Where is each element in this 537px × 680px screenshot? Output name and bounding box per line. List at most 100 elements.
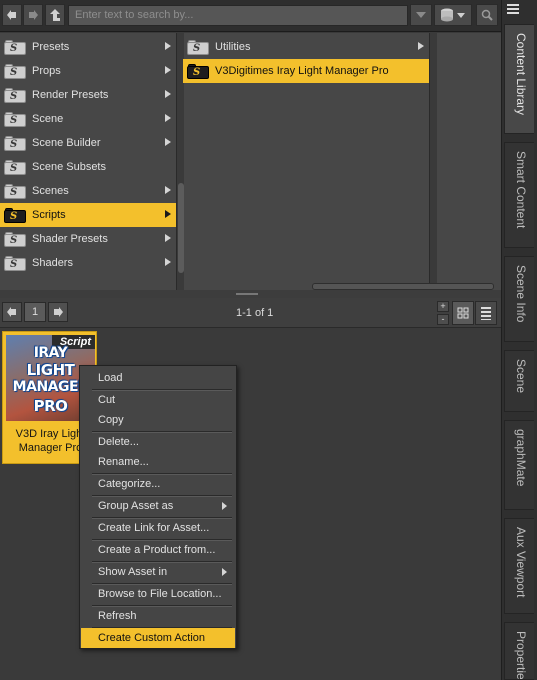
category-item-presets[interactable]: S Presets (0, 35, 176, 59)
folder-icon: S (4, 255, 26, 271)
menu-item-cut[interactable]: Cut (81, 390, 235, 410)
category-item-scene[interactable]: S Scene (0, 107, 176, 131)
category-item-shader-presets[interactable]: S Shader Presets (0, 227, 176, 251)
menu-item-rename[interactable]: Rename... (81, 452, 235, 472)
chevron-right-icon (165, 210, 171, 218)
page-count: 1-1 of 1 (236, 307, 274, 319)
search-input[interactable] (75, 9, 401, 21)
menu-item-delete[interactable]: Delete... (81, 432, 235, 452)
pager-bar: 1 1-1 of 1 + - (0, 298, 501, 328)
tab-scene-info[interactable]: Scene Info (504, 256, 534, 342)
tab-label: Aux Viewport (514, 527, 528, 598)
chevron-down-icon (416, 12, 426, 18)
tab-label: Scene Info (514, 265, 528, 323)
grid-view-icon (457, 307, 469, 319)
folder-icon: S (4, 111, 26, 127)
tab-label: Smart Content (514, 151, 528, 229)
folder-icon: S (4, 39, 26, 55)
chevron-right-icon (165, 138, 171, 146)
search-field[interactable] (68, 5, 408, 26)
subcategory-list: S Utilities S V3Digitimes Iray Light Manag… (183, 35, 429, 83)
database-menu-button[interactable] (434, 4, 472, 26)
folder-icon: S (4, 135, 26, 151)
menu-item-show-asset-in[interactable]: Show Asset in (81, 562, 235, 582)
chevron-right-icon (165, 234, 171, 242)
back-button[interactable] (2, 4, 22, 26)
category-label: Props (32, 65, 61, 77)
next-page-button[interactable] (48, 302, 68, 322)
page-number[interactable]: 1 (24, 302, 46, 322)
subcategory-label: Utilities (215, 41, 251, 53)
folder-icon: S (4, 159, 26, 175)
tab-scene[interactable]: Scene (504, 350, 534, 412)
category-pane: S Presets S Props S Render Presets S Scene S… (0, 33, 501, 290)
category-item-scenes[interactable]: S Scenes (0, 179, 176, 203)
category-item-scene-builder[interactable]: S Scene Builder (0, 131, 176, 155)
menu-item-refresh[interactable]: Refresh (81, 606, 235, 626)
category-item-scene-subsets[interactable]: S Scene Subsets (0, 155, 176, 179)
tab-graphmate[interactable]: graphMate (504, 420, 534, 510)
folder-icon: S (4, 63, 26, 79)
arrow-up-icon (50, 9, 60, 21)
zoom-out-button[interactable]: - (437, 314, 449, 325)
tab-label: Scene (514, 359, 528, 394)
category-label: Scenes (32, 185, 69, 197)
database-icon (441, 8, 465, 22)
folder-icon: S (187, 39, 209, 55)
menu-item-categorize[interactable]: Categorize... (81, 474, 235, 494)
subcategory-item-utilities[interactable]: S Utilities (183, 35, 429, 59)
folder-icon: S (4, 87, 26, 103)
tab-content-library[interactable]: Content Library (504, 24, 534, 134)
tab-properties[interactable]: Properties (504, 622, 534, 680)
context-menu: Load Cut Copy Delete... Rename... Catego… (79, 365, 237, 649)
menu-item-group-asset-as[interactable]: Group Asset as (81, 496, 235, 516)
search-button[interactable] (476, 4, 498, 26)
asset-view: Script IRAY LIGHT MANAGER PRO V3D Iray L… (0, 329, 501, 680)
pane-splitter[interactable] (0, 290, 501, 298)
category-label: Shader Presets (32, 233, 108, 245)
folder-icon: S (4, 207, 26, 223)
tab-label: graphMate (514, 429, 528, 487)
toolbar (0, 0, 501, 32)
search-filter-dropdown[interactable] (410, 4, 432, 26)
category-item-props[interactable]: S Props (0, 59, 176, 83)
menu-item-create-product[interactable]: Create a Product from... (81, 540, 235, 560)
zoom-in-button[interactable]: + (437, 301, 449, 312)
tab-label: Content Library (514, 33, 528, 116)
horizontal-scrollbar[interactable] (312, 283, 494, 290)
menu-item-create-custom-action[interactable]: Create Custom Action (81, 628, 235, 648)
chevron-right-icon (165, 258, 171, 266)
forward-button[interactable] (23, 4, 43, 26)
up-level-button[interactable] (45, 4, 65, 26)
chevron-right-icon (165, 114, 171, 122)
scrollbar-thumb[interactable] (178, 183, 184, 273)
list-view-button[interactable] (475, 301, 497, 325)
chevron-right-icon (165, 66, 171, 74)
menu-item-create-link[interactable]: Create Link for Asset... (81, 518, 235, 538)
category-item-scripts[interactable]: S Scripts (0, 203, 176, 227)
chevron-right-icon (418, 42, 424, 50)
menu-item-label: Show Asset in (98, 566, 168, 578)
menu-item-copy[interactable]: Copy (81, 410, 235, 430)
arrow-right-icon (29, 10, 38, 20)
arrow-left-icon (7, 10, 16, 20)
folder-icon: S (187, 63, 209, 79)
subcategory-list-scrollbar[interactable] (429, 33, 437, 283)
category-label: Render Presets (32, 89, 109, 101)
side-tab-bar: Content Library Smart Content Scene Info… (501, 0, 537, 680)
subcategory-label: V3Digitimes Iray Light Manager Pro (215, 65, 389, 77)
category-label: Scene Subsets (32, 161, 106, 173)
folder-icon: S (4, 231, 26, 247)
icon-view-button[interactable] (452, 301, 474, 325)
category-label: Presets (32, 41, 70, 53)
tab-smart-content[interactable]: Smart Content (504, 142, 534, 248)
pane-menu-button[interactable] (506, 2, 522, 18)
prev-page-button[interactable] (2, 302, 22, 322)
thumb-title-line: IRAY (33, 345, 68, 361)
menu-item-browse-to-file[interactable]: Browse to File Location... (81, 584, 235, 604)
menu-item-load[interactable]: Load (81, 368, 235, 388)
category-item-shaders[interactable]: S Shaders (0, 251, 176, 275)
subcategory-item-v3digitimes[interactable]: S V3Digitimes Iray Light Manager Pro (183, 59, 429, 83)
category-item-render-presets[interactable]: S Render Presets (0, 83, 176, 107)
tab-aux-viewport[interactable]: Aux Viewport (504, 518, 534, 614)
